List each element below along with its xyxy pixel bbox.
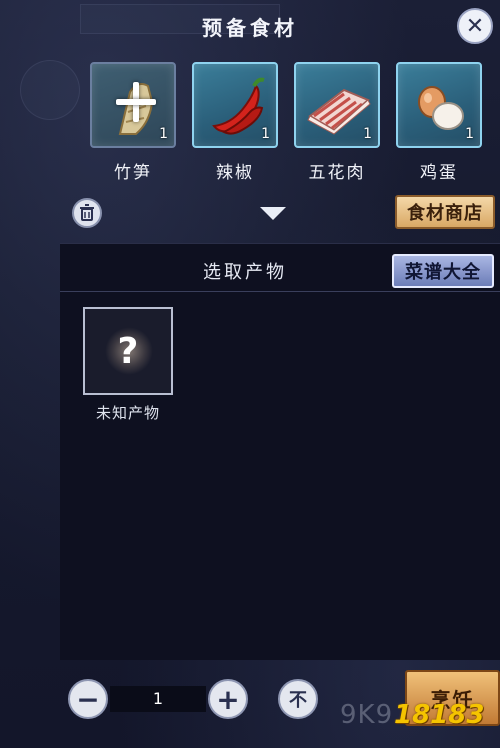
plus-icon: + [216, 682, 240, 716]
trash-icon [80, 204, 94, 221]
ingredient-name: 五花肉 [308, 163, 366, 183]
product-name: 未知产物 [95, 404, 160, 422]
ingredient-slot-bamboo[interactable]: 1 [90, 62, 176, 148]
ingredient-slot-pork[interactable]: 1 [294, 62, 380, 148]
product-panel [60, 243, 500, 660]
ingredient-slot-chili[interactable]: 1 [192, 62, 278, 148]
background-ghost-panel [20, 60, 80, 120]
product-panel-title: 选取产物 [203, 262, 287, 283]
watermark-text: 9K9 [340, 700, 394, 730]
question-mark-icon: ? [117, 330, 139, 372]
ingredient-name: 竹笋 [114, 163, 152, 183]
ingredient-count: 1 [159, 126, 168, 142]
close-button[interactable]: ✕ [457, 8, 493, 44]
chevron-down-icon[interactable] [260, 207, 286, 220]
ingredient-count: 1 [465, 126, 474, 142]
max-quantity-button[interactable]: 不 [278, 679, 318, 719]
add-ingredient-icon [116, 82, 156, 122]
ingredient-count: 1 [363, 126, 372, 142]
clear-ingredients-button[interactable] [72, 198, 102, 228]
dialog-title: 预备食材 [202, 16, 298, 40]
ingredient-name: 鸡蛋 [420, 163, 458, 183]
minus-icon: − [76, 682, 100, 716]
increase-quantity-button[interactable]: + [208, 679, 248, 719]
close-x-icon: ✕ [465, 13, 485, 39]
ingredient-count: 1 [261, 126, 270, 142]
recipe-book-button[interactable]: 菜谱大全 [392, 254, 494, 288]
max-quantity-icon: 不 [289, 690, 307, 711]
watermark-logo: 18183 [394, 700, 485, 730]
product-slot-unknown[interactable]: ? [83, 307, 173, 395]
ingredient-slot-egg[interactable]: 1 [396, 62, 482, 148]
decrease-quantity-button[interactable]: − [68, 679, 108, 719]
ingredient-shop-button[interactable]: 食材商店 [395, 195, 495, 229]
quantity-field[interactable]: 1 [110, 686, 206, 712]
ingredient-name: 辣椒 [216, 163, 254, 183]
